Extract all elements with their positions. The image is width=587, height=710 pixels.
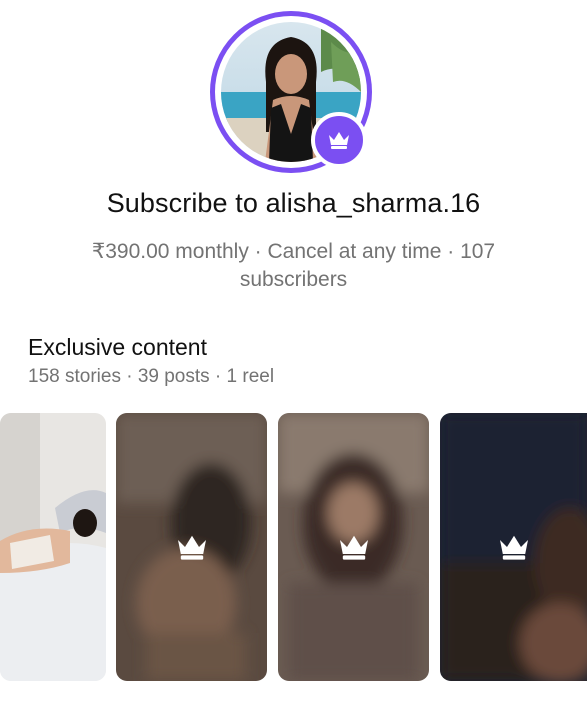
thumbnail-locked[interactable] — [116, 413, 267, 681]
crown-icon — [329, 132, 349, 149]
content-thumbnails — [0, 413, 587, 683]
crown-icon — [339, 535, 368, 560]
thumbnail-locked[interactable] — [440, 413, 587, 681]
section-heading: Exclusive content — [28, 334, 207, 360]
profile-avatar[interactable] — [210, 11, 372, 173]
subscription-details: ₹390.00 monthly · Cancel at any time · 1… — [91, 240, 496, 291]
thumbnail-preview[interactable] — [0, 413, 106, 681]
crown-icon — [177, 535, 206, 560]
crown-icon — [499, 535, 528, 560]
subscribe-title: Subscribe to alisha_sharma.16 — [106, 188, 481, 218]
thumbnail-locked[interactable] — [278, 413, 429, 681]
content-counts: 158 stories · 39 posts · 1 reel — [28, 366, 275, 387]
crown-badge — [311, 112, 367, 168]
